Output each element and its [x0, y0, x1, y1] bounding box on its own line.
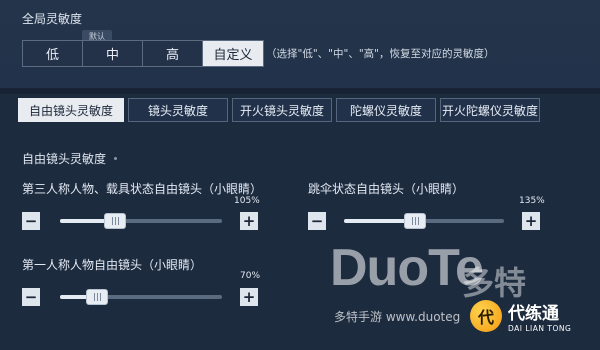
- first-person-slider-track[interactable]: [60, 295, 222, 299]
- brand-name: 代练通: [508, 304, 559, 324]
- first-person-label: 第一人称人物自由镜头（小眼睛）: [22, 258, 203, 272]
- sensitivity-tabs: 自由镜头灵敏度 镜头灵敏度 开火镜头灵敏度 陀螺仪灵敏度 开火陀螺仪灵敏度: [18, 98, 540, 122]
- third-person-value: 105%: [234, 196, 260, 206]
- global-sensitivity-panel: 全局灵敏度 默认 低 中 高 自定义 （选择"低"、"中"、"高"，恢复至对应的…: [0, 0, 600, 88]
- third-person-minus-button[interactable]: −: [22, 212, 40, 230]
- preset-hint: （选择"低"、"中"、"高"，恢复至对应的灵敏度）: [266, 48, 495, 60]
- first-person-slider-thumb[interactable]: [86, 289, 108, 305]
- third-person-slider-track[interactable]: [60, 219, 222, 223]
- first-person-value: 70%: [240, 271, 261, 281]
- brand-text: 代练通 DAI LIAN TONG: [508, 299, 571, 333]
- brand-logo-icon: 代: [470, 300, 502, 332]
- tab-fire-gyroscope[interactable]: 开火陀螺仪灵敏度: [440, 98, 540, 122]
- duote-watermark: DuoTe: [330, 239, 484, 297]
- parachute-label: 跳伞状态自由镜头（小眼睛）: [308, 182, 465, 196]
- parachute-slider-thumb[interactable]: [404, 213, 426, 229]
- divider: [0, 88, 600, 94]
- tab-gyroscope[interactable]: 陀螺仪灵敏度: [336, 98, 436, 122]
- third-person-slider-thumb[interactable]: [104, 213, 126, 229]
- preset-low-button[interactable]: 低: [23, 41, 83, 66]
- parachute-plus-button[interactable]: +: [522, 212, 540, 230]
- third-person-plus-button[interactable]: +: [240, 212, 258, 230]
- parachute-value: 135%: [519, 196, 545, 206]
- tab-fire-camera[interactable]: 开火镜头灵敏度: [232, 98, 332, 122]
- preset-custom-button[interactable]: 自定义: [203, 41, 263, 66]
- preset-medium-button[interactable]: 中: [83, 41, 143, 66]
- preset-high-button[interactable]: 高: [143, 41, 203, 66]
- section-title: 自由镜头灵敏度: [22, 150, 118, 167]
- global-sensitivity-title: 全局灵敏度: [22, 12, 83, 26]
- first-person-minus-button[interactable]: −: [22, 288, 40, 306]
- section-title-text: 自由镜头灵敏度: [22, 152, 107, 166]
- duote-sub-watermark: 多特手游 www.duoteg: [334, 310, 461, 324]
- tab-camera[interactable]: 镜头灵敏度: [128, 98, 228, 122]
- parachute-minus-button[interactable]: −: [308, 212, 326, 230]
- brand-logo: 代 代练通 DAI LIAN TONG: [470, 286, 598, 346]
- brand-english: DAI LIAN TONG: [508, 324, 572, 333]
- third-person-label: 第三人称人物、载具状态自由镜头（小眼睛）: [22, 182, 263, 196]
- dot-icon: [114, 157, 118, 160]
- tab-free-camera[interactable]: 自由镜头灵敏度: [18, 98, 124, 122]
- first-person-plus-button[interactable]: +: [240, 288, 258, 306]
- preset-group: 低 中 高 自定义: [22, 40, 264, 67]
